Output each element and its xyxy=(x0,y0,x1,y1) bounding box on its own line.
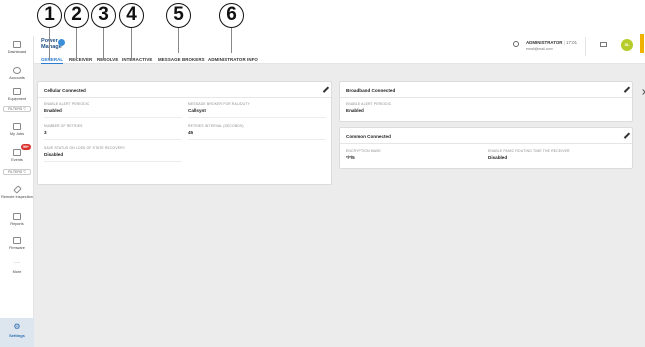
card-title: Common Connected xyxy=(346,134,391,139)
field-value: Enabled xyxy=(346,108,364,113)
equipment-filter-button[interactable]: FILTERS ▽ xyxy=(3,106,31,112)
events-filter-button[interactable]: FILTERS ▽ xyxy=(3,169,31,175)
field-label: ENABLE PANIC ROUTING TIME THE RECEIVER xyxy=(488,149,570,153)
field-value: 45 xyxy=(188,130,194,135)
field-label: RETRIES INTERVAL (SECONDS) xyxy=(188,124,244,128)
field-divider xyxy=(188,117,326,118)
header-divider xyxy=(585,37,586,56)
sidebar-item-firmware[interactable]: Firmware xyxy=(0,237,34,251)
sidebar-item-label: Reports xyxy=(10,222,24,226)
edit-icon[interactable] xyxy=(623,132,630,139)
callout-1: 1 xyxy=(37,3,62,28)
accounts-icon xyxy=(13,67,21,74)
main-content: Cellular Connected ENABLE ALERT PERIODIC… xyxy=(34,64,645,347)
events-count-badge: 99+ xyxy=(21,144,31,150)
broadband-connected-card: Broadband Connected ENABLE ALERT PERIODI… xyxy=(339,81,633,122)
field-value: 3 xyxy=(44,130,47,135)
field-value: Disabled xyxy=(44,152,64,157)
events-icon xyxy=(13,149,21,156)
tab-resolve[interactable]: RESOLVE xyxy=(97,57,118,62)
callout-2: 2 xyxy=(64,3,89,28)
field-divider xyxy=(44,139,182,140)
jobs-icon xyxy=(13,123,21,130)
field-divider xyxy=(44,117,182,118)
sidebar-item-label: Firmware xyxy=(9,246,25,250)
history-icon[interactable] xyxy=(513,41,519,47)
edit-icon[interactable] xyxy=(623,86,630,93)
callout-4: 4 xyxy=(119,3,144,28)
field-divider xyxy=(44,161,182,162)
remote-inspection-icon xyxy=(12,185,22,194)
cellular-connected-card: Cellular Connected ENABLE ALERT PERIODIC… xyxy=(37,81,332,185)
card-divider xyxy=(340,143,632,144)
reports-icon xyxy=(13,213,21,220)
sidebar-item-label: Settings xyxy=(9,333,25,338)
equipment-icon xyxy=(13,88,21,95)
field-label: NUMBER OF RETRIES xyxy=(44,124,83,128)
sidebar-item-reports[interactable]: Reports xyxy=(0,213,34,227)
sidebar-item-equipment[interactable]: Equipment xyxy=(0,88,34,102)
more-icon: ··· xyxy=(14,260,20,266)
field-divider xyxy=(188,139,326,140)
sidebar-item-label: Remote Inspection xyxy=(1,195,33,199)
layout-toggle-icon[interactable] xyxy=(600,42,607,47)
sidebar-item-dashboard[interactable]: Dashboard xyxy=(0,41,34,55)
callout-5: 5 xyxy=(166,3,191,28)
tab-administrator-info[interactable]: ADMINISTRATOR INFO xyxy=(208,57,258,62)
sidebar-item-label: Equipment xyxy=(7,97,27,101)
avatar[interactable]: SL xyxy=(621,39,633,51)
card-title: Broadband Connected xyxy=(346,88,396,93)
user-name: ADMINISTRATOR xyxy=(526,40,563,45)
dashboard-icon xyxy=(13,41,21,48)
user-time: 17:01 xyxy=(566,40,578,45)
tab-interactive[interactable]: INTERACTIVE xyxy=(122,57,152,62)
user-email: email@mail.com xyxy=(526,47,553,51)
accent-bar xyxy=(640,34,644,53)
field-label: MESSAGE BROKER FOR RALIDUTY xyxy=(188,102,250,106)
card-title: Cellular Connected xyxy=(44,88,86,93)
logo-mark-icon xyxy=(58,39,65,46)
field-value: Enabled xyxy=(44,108,62,113)
field-value: Disabled xyxy=(488,155,508,160)
card-divider xyxy=(38,97,331,98)
tab-general[interactable]: GENERAL xyxy=(41,57,63,62)
edit-icon[interactable] xyxy=(322,86,329,93)
callout-6: 6 xyxy=(219,3,244,28)
card-divider xyxy=(340,97,632,98)
tab-message-brokers[interactable]: MESSAGE BROKERS xyxy=(158,57,205,62)
sidebar-item-label: Events xyxy=(11,158,23,162)
sidebar-item-label: Dashboard xyxy=(7,50,27,54)
common-connected-card: Common Connected ENCRYPTION MASK */*/5 E… xyxy=(339,127,633,169)
sidebar-item-settings[interactable]: ⚙ Settings xyxy=(0,318,34,347)
tab-receiver[interactable]: RECEIVER xyxy=(69,57,92,62)
sidebar-item-my-jobs[interactable]: My Jobs xyxy=(0,123,34,137)
field-label: ENABLE ALERT PERIODIC xyxy=(346,102,392,106)
sidebar-item-label: Accounts xyxy=(9,76,25,80)
top-header: Power Manage GENERAL RECEIVER RESOLVE IN… xyxy=(34,30,645,65)
sidebar: Dashboard Accounts Equipment FILTERS ▽ M… xyxy=(0,36,34,347)
field-label: ENCRYPTION MASK xyxy=(346,149,381,153)
callout-3: 3 xyxy=(91,3,116,28)
sidebar-item-events[interactable]: Events xyxy=(0,149,34,163)
gear-icon: ⚙ xyxy=(13,322,21,331)
field-value: Callsynt xyxy=(188,108,206,113)
sidebar-item-label: More xyxy=(12,270,22,274)
firmware-icon xyxy=(13,237,21,244)
field-label: ENABLE ALERT PERIODIC xyxy=(44,102,90,106)
user-info[interactable]: ADMINISTRATOR | 17:01 xyxy=(526,40,577,45)
field-label: SAVE STATUS ON LOSS OF STATE RECOVERY xyxy=(44,146,126,150)
sidebar-item-more[interactable]: ··· More xyxy=(0,260,34,275)
field-value: */*/5 xyxy=(346,155,355,160)
sidebar-item-label: My Jobs xyxy=(9,132,25,136)
sidebar-item-remote-inspection[interactable]: Remote Inspection xyxy=(0,185,34,200)
sidebar-item-accounts[interactable]: Accounts xyxy=(0,67,34,81)
